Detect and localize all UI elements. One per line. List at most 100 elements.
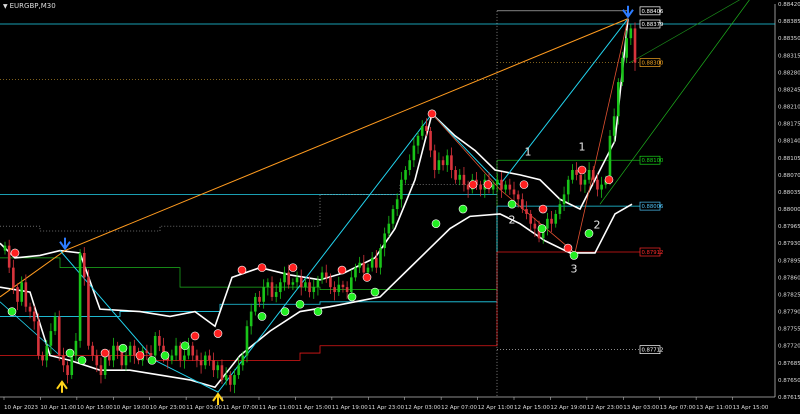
buy-signal-dot[interactable]: [280, 307, 290, 316]
sell-signal-dot[interactable]: [10, 248, 20, 258]
buy-signal-dot[interactable]: [147, 356, 157, 365]
candle-body: [391, 209, 395, 224]
price-box-label: 0.88379: [642, 22, 664, 28]
candle-body: [295, 277, 299, 283]
sell-signal-dot[interactable]: [190, 331, 200, 341]
price-box: 0.88379: [639, 19, 664, 29]
candle-body: [208, 355, 211, 361]
buy-signal-dot[interactable]: [370, 287, 380, 297]
y-tick-label: 0.87720: [778, 344, 800, 350]
candle-body: [441, 160, 445, 166]
candle-body: [354, 267, 357, 278]
x-tick-label: 12 Apr 07:00: [441, 405, 477, 411]
candle-body: [279, 282, 282, 293]
x-tick-label: 12 Apr 19:00: [550, 405, 586, 411]
sell-signal-dot[interactable]: [100, 348, 110, 358]
candle-body: [254, 296, 257, 312]
y-tick-label: 0.88140: [778, 139, 800, 145]
candle-body: [299, 277, 303, 288]
y-tick-label: 0.88315: [778, 53, 800, 59]
buy-signal-dot[interactable]: [458, 204, 468, 214]
candle-body: [70, 355, 74, 376]
candle-body: [458, 174, 462, 180]
buy-signal-dot[interactable]: [295, 299, 305, 309]
candle-body: [258, 296, 261, 302]
candle-body: [375, 257, 378, 268]
sell-signal-dot[interactable]: [468, 180, 478, 189]
buy-signal-dot[interactable]: [347, 292, 357, 302]
candle-body: [62, 355, 65, 366]
candle-body: [24, 282, 28, 307]
sell-signal-dot[interactable]: [483, 180, 493, 189]
candle-body: [91, 345, 94, 356]
buy-signal-dot[interactable]: [7, 307, 17, 316]
sell-signal-dot[interactable]: [213, 329, 223, 338]
chart-area[interactable]: 1 2 3 1 2 0.88420 0.88385 0.88350 0.88315 0.88280…: [0, 0, 800, 414]
sell-signal-dot[interactable]: [604, 175, 614, 185]
candle-body: [103, 355, 107, 376]
candle-body: [183, 355, 186, 361]
buy-signal-dot[interactable]: [180, 341, 190, 351]
buy-signal-dot[interactable]: [160, 351, 170, 360]
candle-body: [212, 360, 215, 371]
sell-signal-dot[interactable]: [563, 243, 573, 253]
sell-signal-dot[interactable]: [362, 273, 372, 282]
candle-body: [133, 345, 136, 356]
candle-body: [53, 316, 57, 332]
buy-signal-dot[interactable]: [313, 307, 323, 316]
candle-body: [583, 179, 587, 185]
sell-signal-dot[interactable]: [257, 263, 267, 272]
sell-signal-dot[interactable]: [519, 180, 529, 189]
candle-body: [558, 204, 562, 214]
price-box: 0.88100: [639, 155, 664, 165]
candle-body: [116, 345, 119, 351]
buy-signal-dot[interactable]: [537, 224, 547, 233]
candle-body: [158, 335, 161, 346]
candle-body: [550, 218, 553, 224]
candle-body: [337, 284, 341, 293]
x-tick-label: 13 Apr 15:00: [733, 405, 769, 411]
wave-label: 2: [509, 214, 516, 227]
sell-signal-dot[interactable]: [237, 265, 247, 275]
buy-signal-dot[interactable]: [431, 219, 441, 228]
buy-signal-dot[interactable]: [584, 229, 594, 238]
y-tick-label: 0.87965: [778, 224, 800, 230]
candle-body: [87, 277, 90, 346]
y-tick-label: 0.88245: [778, 87, 800, 93]
y-tick-label: 0.88105: [778, 156, 800, 162]
symbol-dropdown-icon[interactable]: ▼: [3, 3, 8, 10]
buy-signal-dot[interactable]: [507, 199, 517, 209]
sell-signal-dot[interactable]: [337, 265, 347, 275]
x-tick-label: 13 Apr 07:00: [660, 405, 696, 411]
price-chart[interactable]: 1 2 3 1 2 0.88420 0.88385 0.88350 0.88315 0.88280…: [0, 0, 800, 414]
candle-body: [191, 345, 195, 356]
candle-body: [195, 355, 199, 361]
candle-body: [3, 245, 7, 251]
candle-body: [621, 57, 624, 83]
buy-signal-dot[interactable]: [77, 356, 87, 365]
candle-body: [237, 365, 240, 376]
buy-signal-dot[interactable]: [118, 343, 128, 353]
buy-signal-dot[interactable]: [65, 348, 75, 358]
y-tick-label: 0.88385: [778, 19, 800, 25]
candle-body: [12, 267, 15, 288]
x-tick-label: 11 Apr 23:00: [368, 405, 404, 411]
buy-signal-dot[interactable]: [569, 251, 579, 260]
y-tick-label: 0.87930: [778, 241, 800, 247]
sell-signal-dot[interactable]: [135, 351, 145, 360]
y-tick-label: 0.87685: [778, 361, 800, 367]
sell-signal-dot[interactable]: [538, 204, 548, 214]
sell-signal-dot[interactable]: [427, 109, 437, 119]
step-line-cyan: [0, 206, 498, 317]
buy-signal-dot[interactable]: [257, 312, 267, 321]
y-tick-label: 0.87895: [778, 258, 800, 264]
candle-body: [521, 199, 524, 210]
sell-signal-dot[interactable]: [577, 165, 587, 175]
price-box-label: 0.87712: [642, 348, 664, 354]
candle-body: [170, 355, 174, 361]
candle-body: [341, 284, 345, 288]
candle-body: [600, 184, 603, 190]
candle-body: [124, 355, 128, 366]
sell-signal-dot[interactable]: [288, 263, 298, 272]
candle-body: [429, 130, 432, 151]
